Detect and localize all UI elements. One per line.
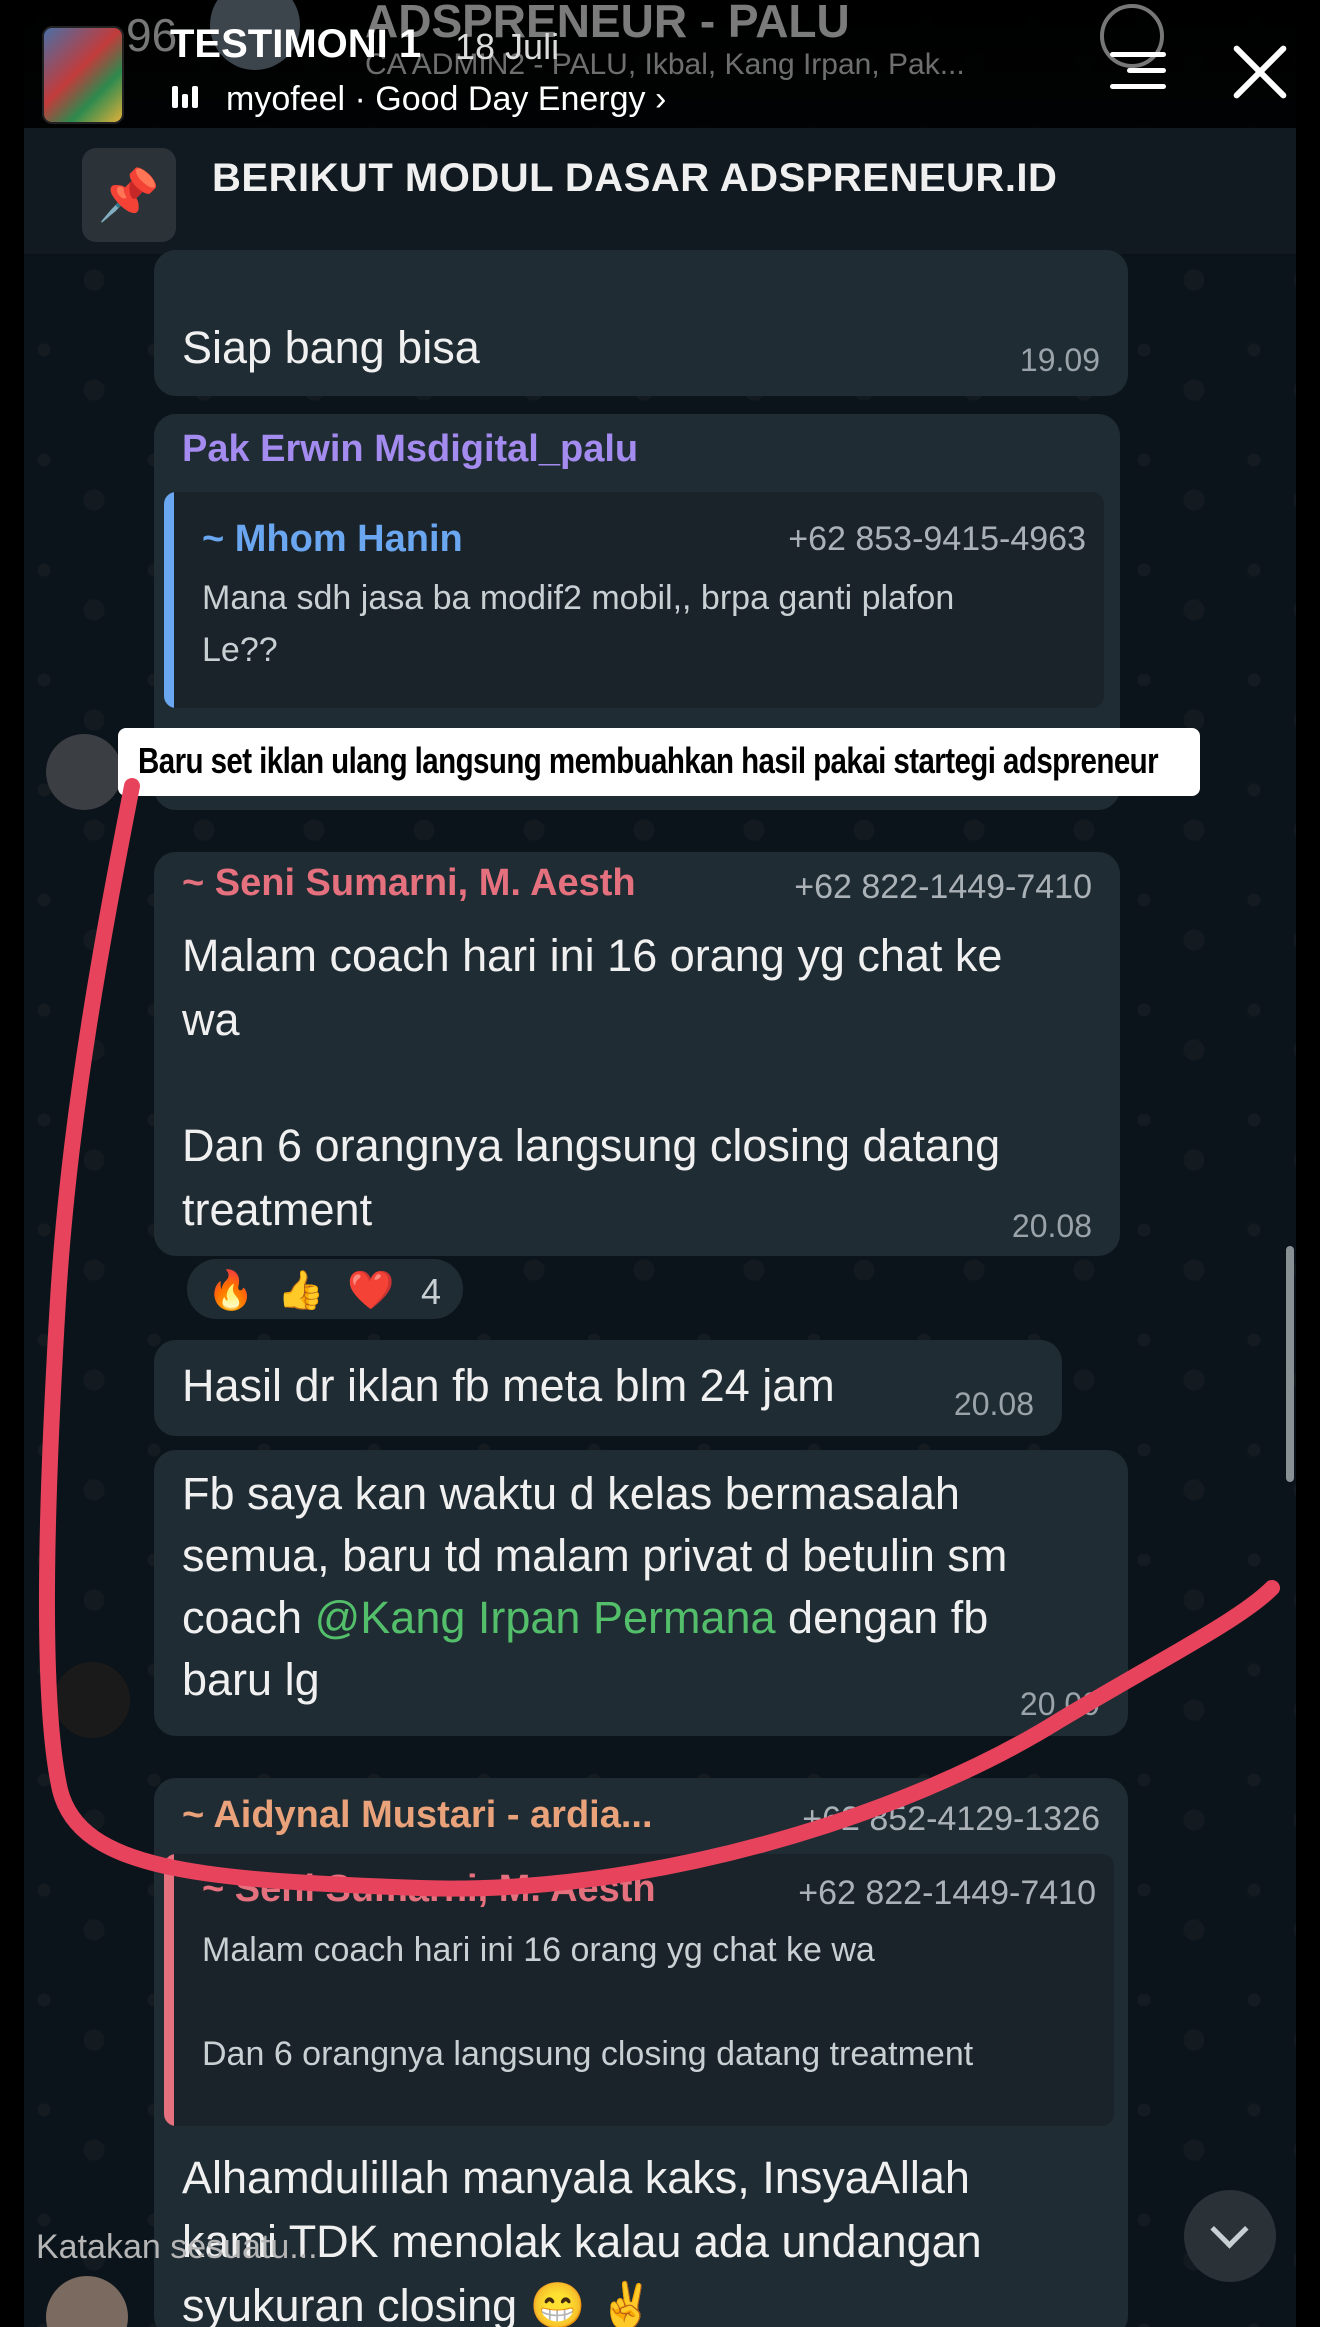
red-annotation-stroke: [38, 778, 1280, 1897]
chevron-down-icon[interactable]: [1184, 2190, 1276, 2282]
story-reply-input[interactable]: Katakan sesuatu...: [36, 2228, 318, 2267]
